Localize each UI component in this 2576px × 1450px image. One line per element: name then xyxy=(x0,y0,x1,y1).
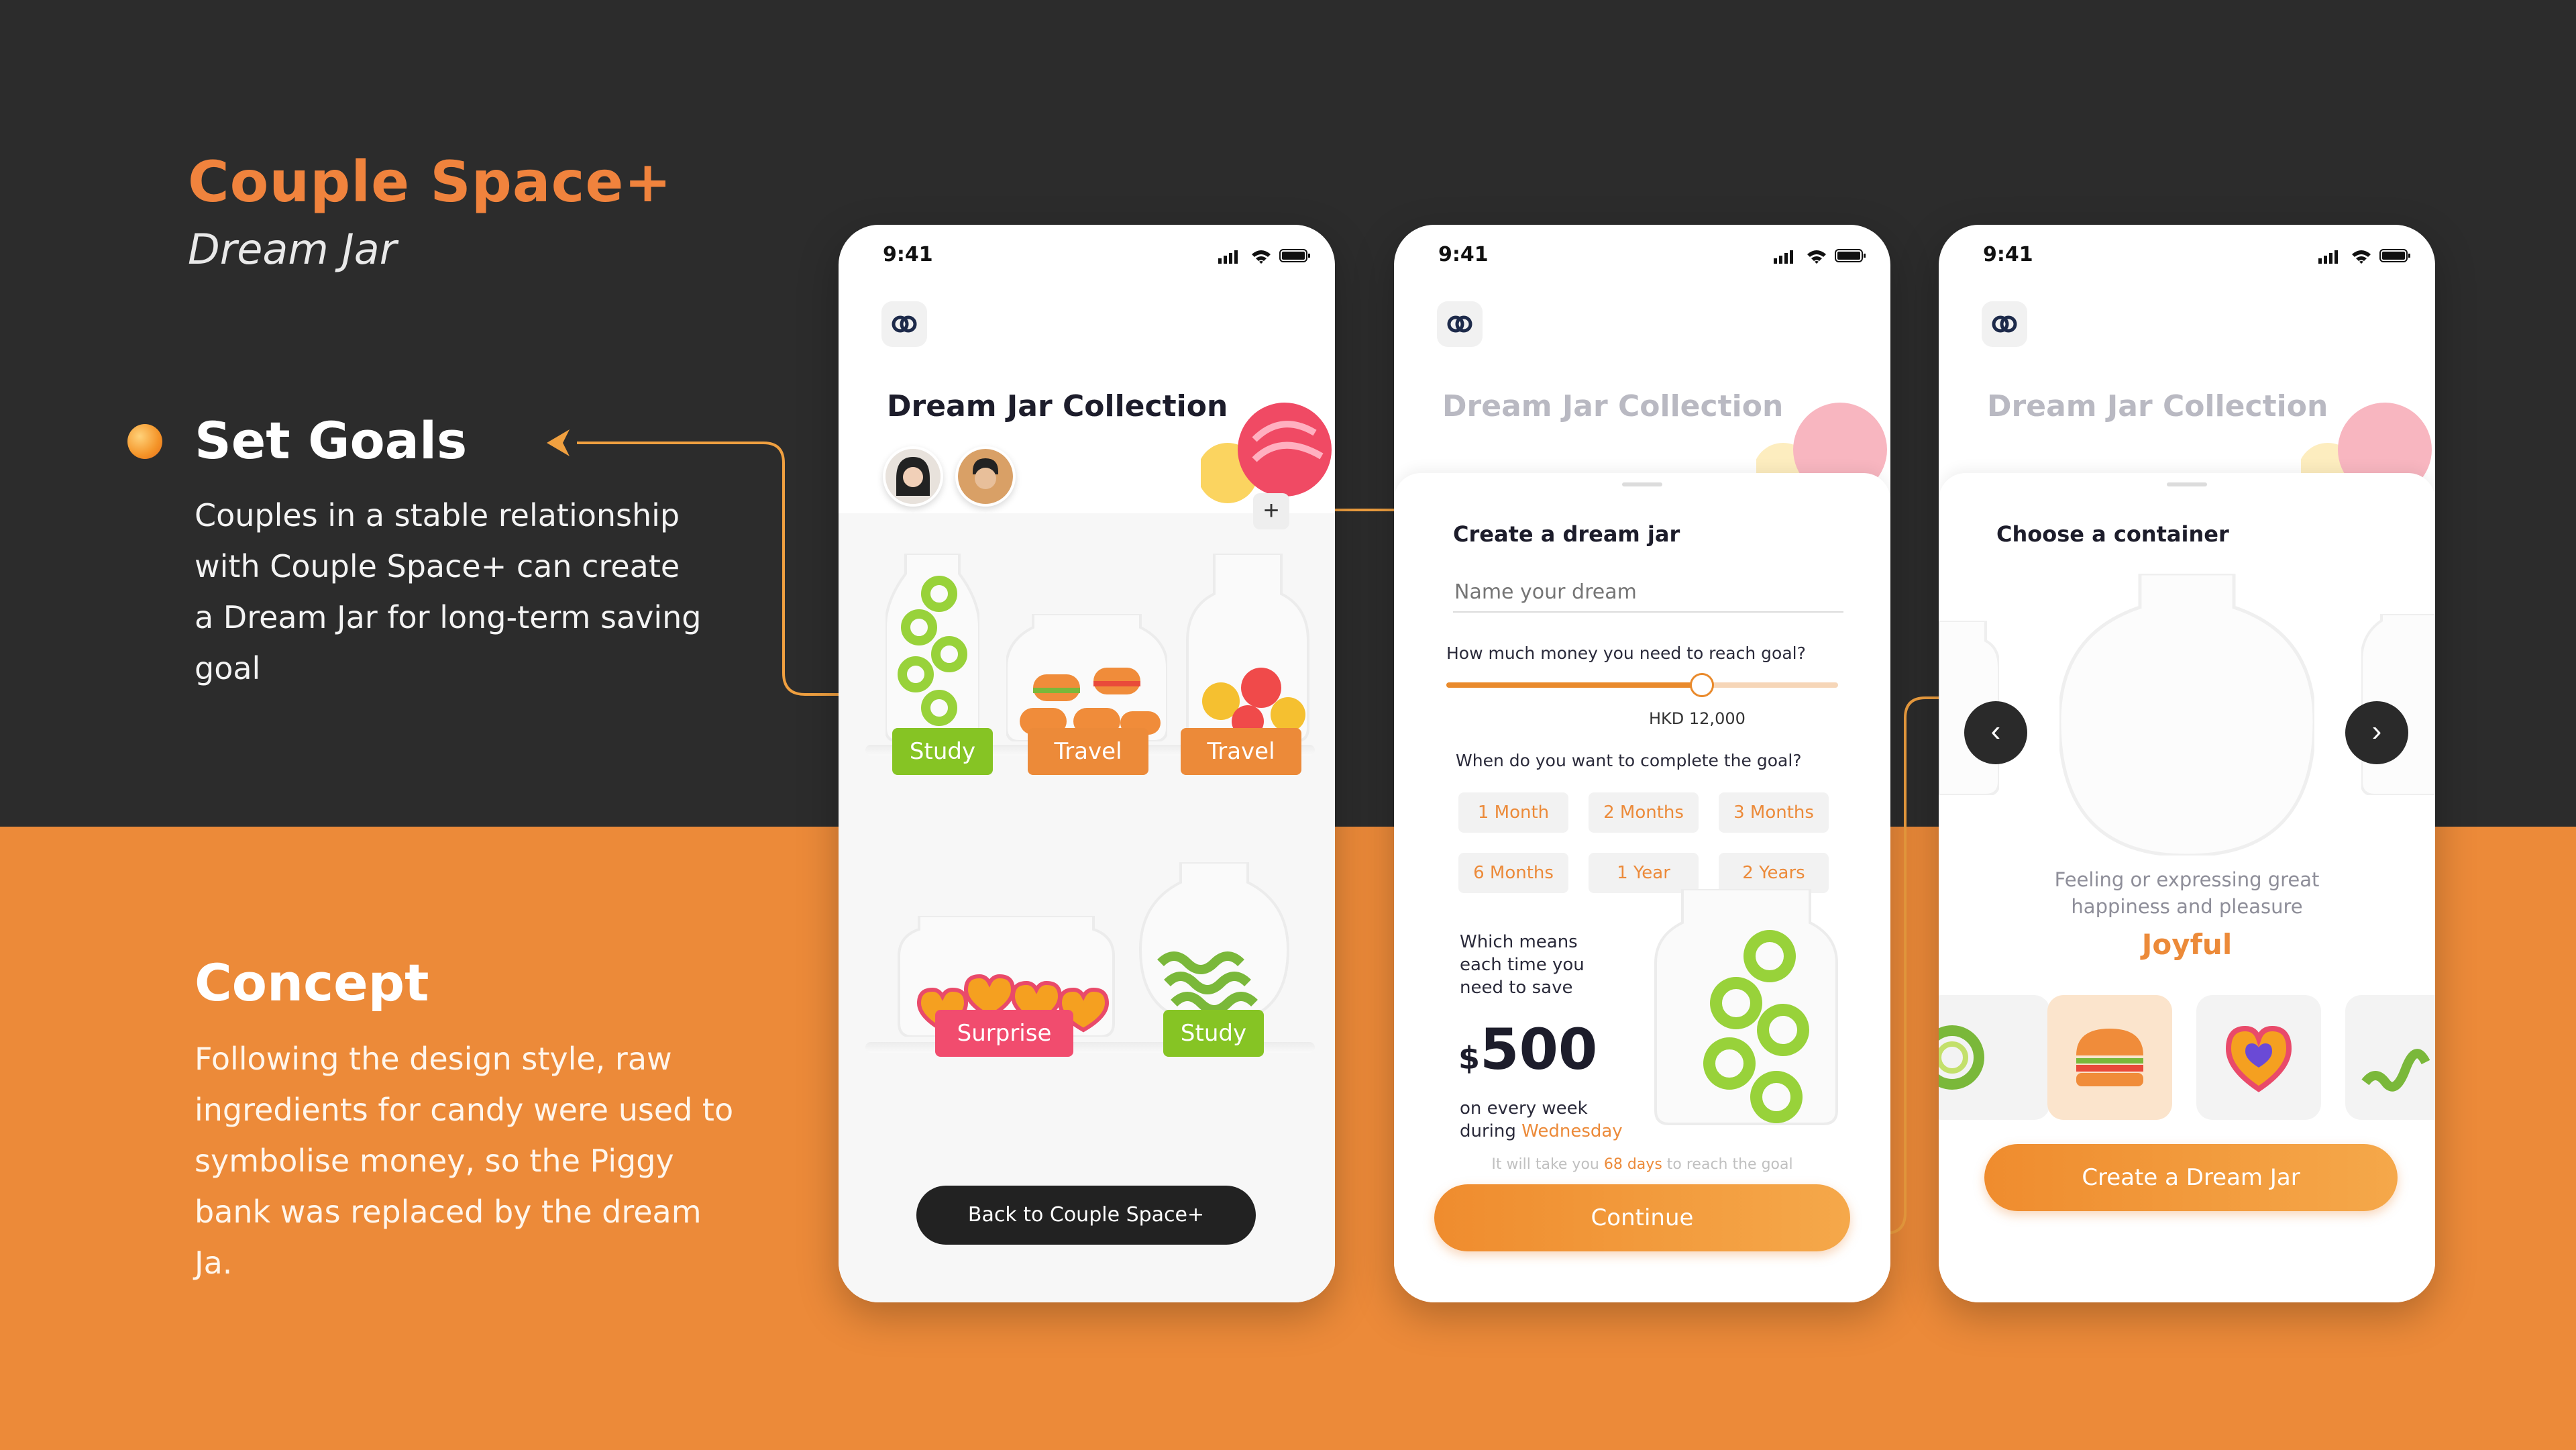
time-question: When do you want to complete the goal? xyxy=(1456,751,1802,770)
hint-prefix: It will take you xyxy=(1491,1156,1599,1173)
slider-value: HKD 12,000 xyxy=(1649,709,1746,728)
page-title: Dream Jar Collection xyxy=(1442,389,1784,423)
status-icons xyxy=(1774,249,1866,264)
candy-option-heart[interactable] xyxy=(2196,995,2321,1120)
slider-knob[interactable] xyxy=(1689,673,1714,697)
set-goals-title: Set Goals xyxy=(195,411,468,470)
duration-chip-6-months[interactable]: 6 Months xyxy=(1458,853,1568,893)
duration-chip-2-years[interactable]: 2 Years xyxy=(1719,853,1829,893)
back-to-couple-space-button[interactable]: Back to Couple Space+ xyxy=(916,1186,1256,1245)
goal-time-hint: It will take you 68 days to reach the go… xyxy=(1394,1156,1890,1173)
concept-title: Concept xyxy=(195,953,429,1013)
status-time: 9:41 xyxy=(883,243,933,266)
avatar-man-icon xyxy=(958,449,1013,504)
next-container-button[interactable]: › xyxy=(2345,701,2408,764)
brand-subtitle: Dream Jar xyxy=(188,225,397,274)
phone-dream-jar-collection: 9:41 Dream Jar Collection + Study Travel… xyxy=(839,225,1335,1302)
jar-collection-area: + Study Travel Travel Surprise Study Bac… xyxy=(839,493,1335,1302)
dream-name-input[interactable] xyxy=(1453,572,1843,613)
goal-bullet-icon xyxy=(127,424,162,459)
currency-symbol: $ xyxy=(1458,1040,1481,1076)
sheet-title: Choose a container xyxy=(1996,521,2229,547)
create-dream-jar-sheet: Create a dream jar How much money you ne… xyxy=(1394,473,1890,1302)
jar-study[interactable] xyxy=(885,554,979,741)
hint-suffix: to reach the goal xyxy=(1666,1156,1793,1173)
jar-travel[interactable] xyxy=(1181,554,1315,741)
jar-label-study[interactable]: Study xyxy=(1163,1010,1264,1057)
previous-container-button[interactable]: ‹ xyxy=(1964,701,2027,764)
jar-label-surprise[interactable]: Surprise xyxy=(935,1010,1073,1057)
duration-chip-1-year[interactable]: 1 Year xyxy=(1589,853,1699,893)
ribbon-candy-icon xyxy=(2361,1049,2430,1092)
rings-icon xyxy=(1447,315,1472,333)
goal-amount-slider[interactable] xyxy=(1446,673,1838,697)
choose-container-sheet: Choose a container ‹ › Feeling or expres… xyxy=(1939,473,2435,1302)
jar-label-travel[interactable]: Travel xyxy=(1028,728,1148,775)
status-icons xyxy=(1218,249,1310,264)
concept-text: Following the design style, raw ingredie… xyxy=(195,1041,734,1281)
jar-travel[interactable] xyxy=(1006,614,1167,741)
sheet-title: Create a dream jar xyxy=(1453,521,1680,547)
burger-candy-icon xyxy=(2076,1029,2143,1086)
status-time: 9:41 xyxy=(1438,243,1489,266)
saving-amount: $500 xyxy=(1458,1017,1597,1082)
status-time: 9:41 xyxy=(1983,243,2033,266)
feeling-name: Joyful xyxy=(2141,928,2233,961)
slider-fill xyxy=(1446,682,1701,688)
sheet-handle[interactable] xyxy=(2167,482,2207,486)
feeling-description: Feeling or expressing great happiness an… xyxy=(1939,866,2435,920)
continue-button[interactable]: Continue xyxy=(1434,1184,1850,1251)
container-round-jar[interactable] xyxy=(2059,574,2314,856)
feeling-description-text: Feeling or expressing great happiness an… xyxy=(2054,868,2320,918)
avatar-woman-icon xyxy=(885,449,941,504)
sheet-handle[interactable] xyxy=(1622,482,1662,486)
create-dream-jar-button[interactable]: Create a Dream Jar xyxy=(1984,1144,2398,1211)
phone-create-dream-jar: 9:41 Dream Jar Collection Create a dream… xyxy=(1394,225,1890,1302)
candy-option-ring[interactable] xyxy=(1939,995,2050,1120)
page-title: Dream Jar Collection xyxy=(1987,389,2328,423)
jar-label-study[interactable]: Study xyxy=(892,728,993,775)
add-jar-button[interactable]: + xyxy=(1253,493,1289,529)
avatar[interactable] xyxy=(883,446,943,507)
duration-chip-1-month[interactable]: 1 Month xyxy=(1458,792,1568,833)
rings-icon xyxy=(892,315,917,333)
ring-candy-icon xyxy=(1939,1025,1984,1090)
duration-chip-3-months[interactable]: 3 Months xyxy=(1719,792,1829,833)
jar-preview xyxy=(1654,889,1838,1125)
amount-value: 500 xyxy=(1480,1017,1598,1082)
app-logo-button[interactable] xyxy=(881,301,927,347)
money-question: How much money you need to reach goal? xyxy=(1446,643,1806,663)
app-logo-button[interactable] xyxy=(1437,301,1483,347)
heart-candy-icon xyxy=(2225,1025,2292,1092)
frequency-prefix: on every week xyxy=(1460,1098,1588,1119)
status-icons xyxy=(2318,249,2410,264)
brand-title: Couple Space+ xyxy=(188,149,672,215)
frequency-day[interactable]: Wednesday xyxy=(1521,1121,1623,1141)
saving-frequency: on every week during Wednesday xyxy=(1460,1097,1623,1143)
candy-option-ribbon[interactable] xyxy=(2345,995,2435,1120)
phone-choose-container: 9:41 Dream Jar Collection Choose a conta… xyxy=(1939,225,2435,1302)
app-logo-button[interactable] xyxy=(1982,301,2027,347)
frequency-during: during xyxy=(1460,1121,1516,1141)
set-goals-text: Couples in a stable relationship with Co… xyxy=(195,497,702,686)
means-text: Which means each time you need to save xyxy=(1460,932,1585,998)
rings-icon xyxy=(1992,315,2017,333)
candy-option-burger[interactable] xyxy=(2047,995,2172,1120)
page-title: Dream Jar Collection xyxy=(887,389,1228,423)
avatar[interactable] xyxy=(955,446,1016,507)
hint-days: 68 days xyxy=(1603,1156,1662,1173)
jar-label-travel[interactable]: Travel xyxy=(1181,728,1301,775)
duration-chip-2-months[interactable]: 2 Months xyxy=(1589,792,1699,833)
